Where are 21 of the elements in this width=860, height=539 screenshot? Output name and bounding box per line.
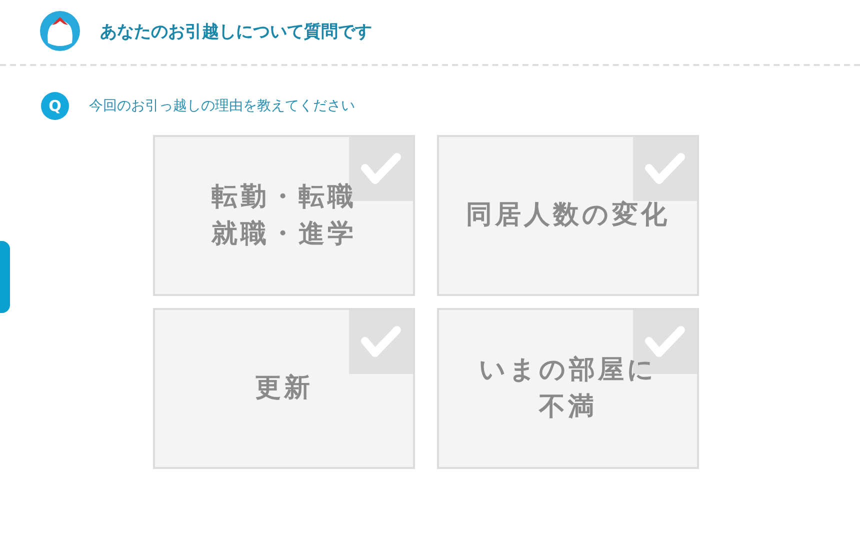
mascot-icon bbox=[40, 11, 80, 51]
question-badge: Q bbox=[41, 92, 69, 120]
side-tab[interactable] bbox=[0, 241, 10, 313]
check-icon bbox=[360, 152, 402, 186]
checkbox[interactable] bbox=[349, 310, 413, 374]
option-label: いまの部屋に bbox=[479, 354, 657, 388]
option-label: 就職・進学 bbox=[212, 218, 356, 250]
option-card[interactable]: 転勤・転職 就職・進学 bbox=[153, 135, 415, 296]
checkbox[interactable] bbox=[633, 137, 697, 201]
option-label: 転勤・転職 bbox=[212, 181, 356, 214]
check-icon bbox=[644, 325, 686, 359]
check-icon bbox=[644, 152, 686, 186]
check-icon bbox=[360, 325, 402, 359]
question-text: 今回のお引っ越しの理由を教えてください bbox=[89, 97, 355, 115]
option-label: 不満 bbox=[539, 390, 597, 424]
option-card[interactable]: 更新 bbox=[153, 308, 415, 469]
option-card[interactable]: いまの部屋に 不満 bbox=[437, 308, 699, 469]
option-label: 更新 bbox=[255, 372, 313, 406]
option-card[interactable]: 同居人数の変化 bbox=[437, 135, 699, 296]
page-title: あなたのお引越しについて質問です bbox=[100, 20, 372, 42]
option-label: 同居人数の変化 bbox=[466, 199, 670, 232]
